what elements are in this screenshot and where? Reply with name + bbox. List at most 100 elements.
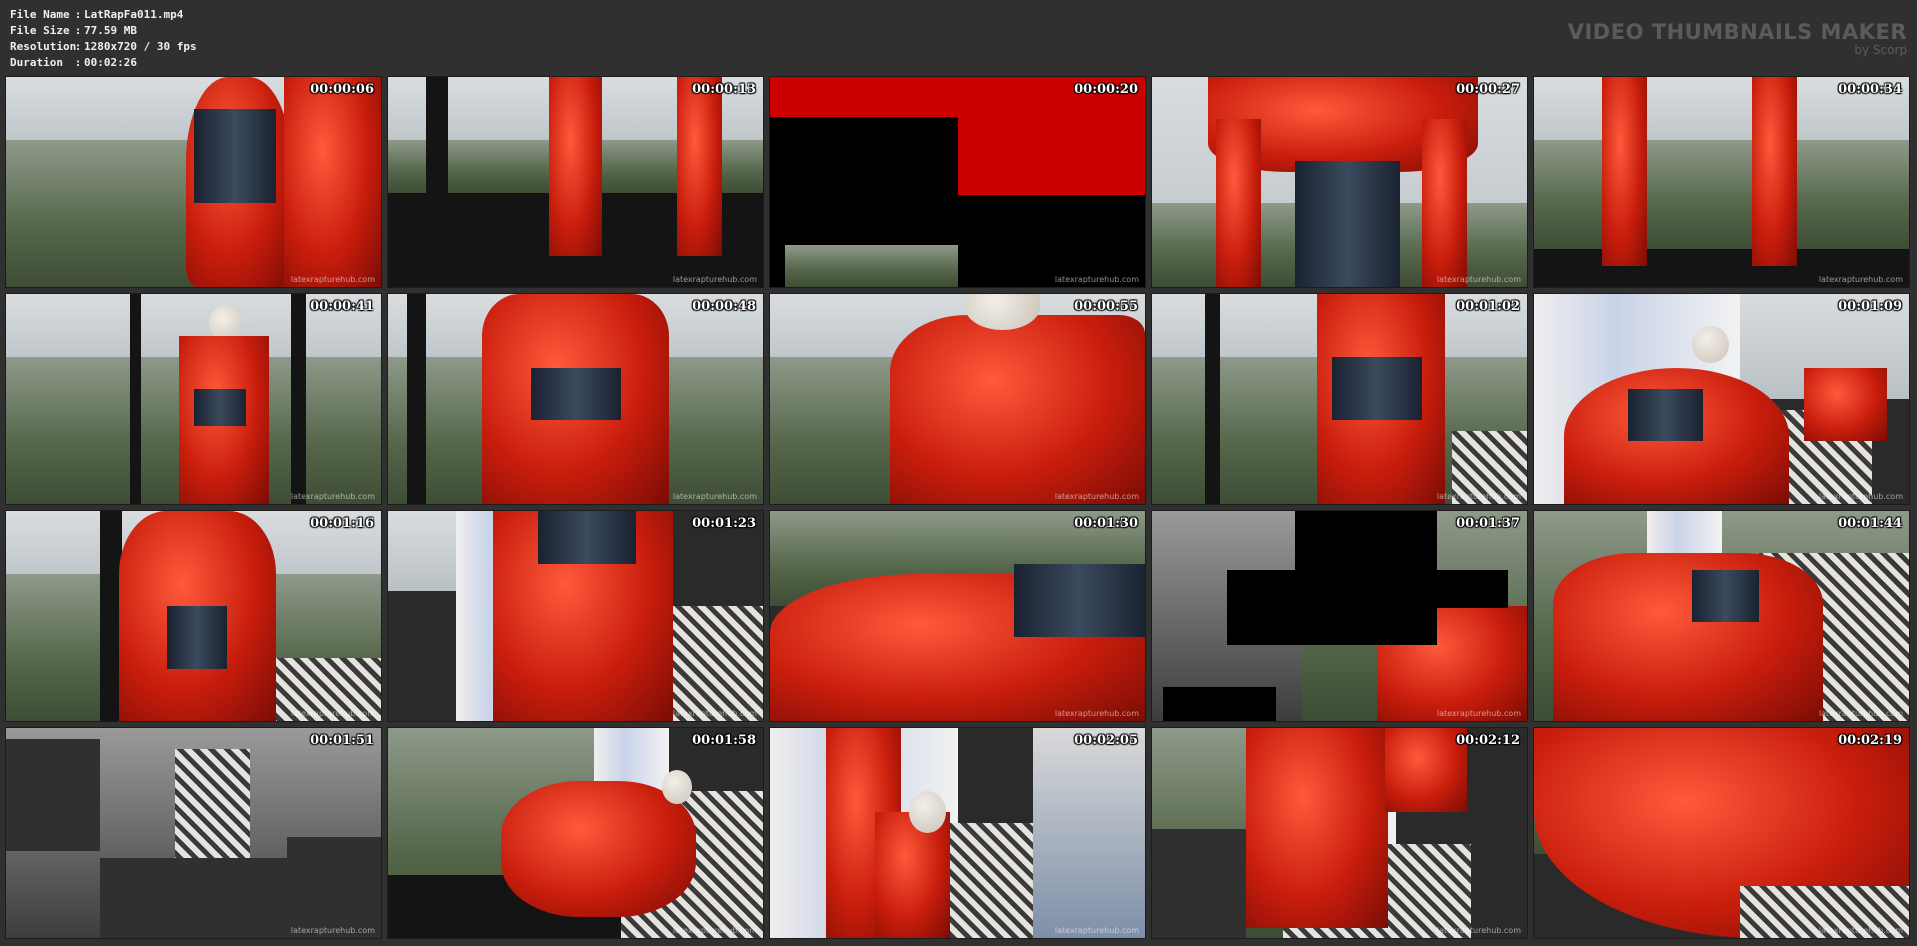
- timestamp: 00:02:12: [1456, 733, 1520, 748]
- thumbnail[interactable]: 00:00:41 latexrapturehub.com: [5, 293, 382, 505]
- thumbnail-image: [770, 77, 1145, 287]
- duration-label: Duration: [10, 56, 63, 69]
- timestamp: 00:01:23: [692, 516, 756, 531]
- timestamp: 00:01:16: [310, 516, 374, 531]
- thumbnail-image: [1152, 511, 1527, 721]
- watermark: latexrapturehub.com: [1054, 926, 1139, 935]
- timestamp: 00:01:51: [310, 733, 374, 748]
- thumbnail-image: [770, 294, 1145, 504]
- timestamp: 00:00:27: [1456, 82, 1520, 97]
- timestamp: 00:00:13: [692, 82, 756, 97]
- thumbnail-image: [1534, 728, 1909, 938]
- file-name-label: File Name: [10, 8, 70, 21]
- watermark: latexrapturehub.com: [672, 492, 757, 501]
- thumbnail-image: [388, 728, 763, 938]
- watermark: latexrapturehub.com: [1436, 709, 1521, 718]
- watermark: latexrapturehub.com: [1436, 275, 1521, 284]
- watermark: latexrapturehub.com: [1818, 492, 1903, 501]
- timestamp: 00:01:44: [1838, 516, 1902, 531]
- thumbnail-image: [6, 728, 381, 938]
- thumbnail[interactable]: 00:01:44 latexrapturehub.com: [1533, 510, 1910, 722]
- thumbnail-image: [6, 294, 381, 504]
- thumbnail[interactable]: 00:01:51 latexrapturehub.com: [5, 727, 382, 939]
- timestamp: 00:00:06: [310, 82, 374, 97]
- thumbnail-image: [1152, 294, 1527, 504]
- duration-value: 00:02:26: [84, 56, 137, 69]
- thumbnail[interactable]: 00:00:48 latexrapturehub.com: [387, 293, 764, 505]
- timestamp: 00:01:30: [1074, 516, 1138, 531]
- header: File Name : LatRapFa011.mp4 File Size : …: [0, 0, 1917, 76]
- thumbnail[interactable]: 00:01:58 latexrapturehub.com: [387, 727, 764, 939]
- timestamp: 00:00:55: [1074, 299, 1138, 314]
- brand-title: VIDEO THUMBNAILS MAKER: [1567, 20, 1907, 44]
- brand-subtitle: by Scorp: [1854, 43, 1907, 57]
- thumbnail-image: [388, 77, 763, 287]
- timestamp: 00:01:02: [1456, 299, 1520, 314]
- thumbnail[interactable]: 00:00:13 latexrapturehub.com: [387, 76, 764, 288]
- thumbnail[interactable]: 00:00:55 latexrapturehub.com: [769, 293, 1146, 505]
- timestamp: 00:01:58: [692, 733, 756, 748]
- thumbnail[interactable]: 00:02:19 latexrapturehub.com: [1533, 727, 1910, 939]
- file-size-label: File Size: [10, 24, 70, 37]
- watermark: latexrapturehub.com: [290, 709, 375, 718]
- timestamp: 00:01:37: [1456, 516, 1520, 531]
- thumbnail[interactable]: 00:01:23 latexrapturehub.com: [387, 510, 764, 722]
- resolution-value: 1280x720 / 30 fps: [84, 40, 197, 53]
- file-size-row: File Size : 77.59 MB: [10, 23, 197, 39]
- thumbnail-image: [6, 77, 381, 287]
- duration-row: Duration : 00:02:26: [10, 55, 197, 71]
- thumbnail[interactable]: 00:02:05 latexrapturehub.com: [769, 727, 1146, 939]
- thumbnail[interactable]: 00:02:12 latexrapturehub.com: [1151, 727, 1528, 939]
- file-info: File Name : LatRapFa011.mp4 File Size : …: [10, 7, 197, 71]
- separator: :: [74, 8, 82, 21]
- thumbnail-image: [770, 728, 1145, 938]
- thumbnail-image: [6, 511, 381, 721]
- watermark: latexrapturehub.com: [672, 275, 757, 284]
- brand-logo: VIDEO THUMBNAILS MAKER by Scorp: [1568, 20, 1907, 57]
- watermark: latexrapturehub.com: [1818, 926, 1903, 935]
- thumbnail-grid: 00:00:06 latexrapturehub.com 00:00:13 la…: [5, 76, 1912, 939]
- thumbnail[interactable]: 00:01:30 latexrapturehub.com: [769, 510, 1146, 722]
- thumbnail-image: [1152, 77, 1527, 287]
- watermark: latexrapturehub.com: [290, 275, 375, 284]
- watermark: latexrapturehub.com: [1818, 275, 1903, 284]
- file-name-value: LatRapFa011.mp4: [84, 8, 184, 21]
- resolution-label: Resolution: [10, 40, 77, 53]
- timestamp: 00:02:19: [1838, 733, 1902, 748]
- file-size-value: 77.59 MB: [84, 24, 137, 37]
- thumbnail-image: [1152, 728, 1527, 938]
- watermark: latexrapturehub.com: [672, 709, 757, 718]
- thumbnail-image: [388, 511, 763, 721]
- watermark: latexrapturehub.com: [672, 926, 757, 935]
- watermark: latexrapturehub.com: [1054, 492, 1139, 501]
- thumbnail[interactable]: 00:01:09 latexrapturehub.com: [1533, 293, 1910, 505]
- watermark: latexrapturehub.com: [1054, 709, 1139, 718]
- thumbnail[interactable]: 00:00:27 latexrapturehub.com: [1151, 76, 1528, 288]
- timestamp: 00:00:41: [310, 299, 374, 314]
- timestamp: 00:00:20: [1074, 82, 1138, 97]
- watermark: latexrapturehub.com: [290, 926, 375, 935]
- timestamp: 00:02:05: [1074, 733, 1138, 748]
- thumbnail-image: [1534, 294, 1909, 504]
- thumbnail[interactable]: 00:01:37 latexrapturehub.com: [1151, 510, 1528, 722]
- watermark: latexrapturehub.com: [1436, 926, 1521, 935]
- thumbnail-image: [388, 294, 763, 504]
- timestamp: 00:00:48: [692, 299, 756, 314]
- thumbnail[interactable]: 00:00:34 latexrapturehub.com: [1533, 76, 1910, 288]
- thumbnail[interactable]: 00:00:20 latexrapturehub.com: [769, 76, 1146, 288]
- thumbnail[interactable]: 00:01:16 latexrapturehub.com: [5, 510, 382, 722]
- watermark: latexrapturehub.com: [1054, 275, 1139, 284]
- thumbnail-image: [1534, 77, 1909, 287]
- thumbnail-image: [770, 511, 1145, 721]
- thumbnail[interactable]: 00:00:06 latexrapturehub.com: [5, 76, 382, 288]
- file-name-row: File Name : LatRapFa011.mp4: [10, 7, 197, 23]
- separator: :: [74, 24, 82, 37]
- watermark: latexrapturehub.com: [1818, 709, 1903, 718]
- watermark: latexrapturehub.com: [1436, 492, 1521, 501]
- timestamp: 00:01:09: [1838, 299, 1902, 314]
- watermark: latexrapturehub.com: [290, 492, 375, 501]
- separator: :: [74, 40, 82, 53]
- timestamp: 00:00:34: [1838, 82, 1902, 97]
- thumbnail[interactable]: 00:01:02 latexrapturehub.com: [1151, 293, 1528, 505]
- resolution-row: Resolution : 1280x720 / 30 fps: [10, 39, 197, 55]
